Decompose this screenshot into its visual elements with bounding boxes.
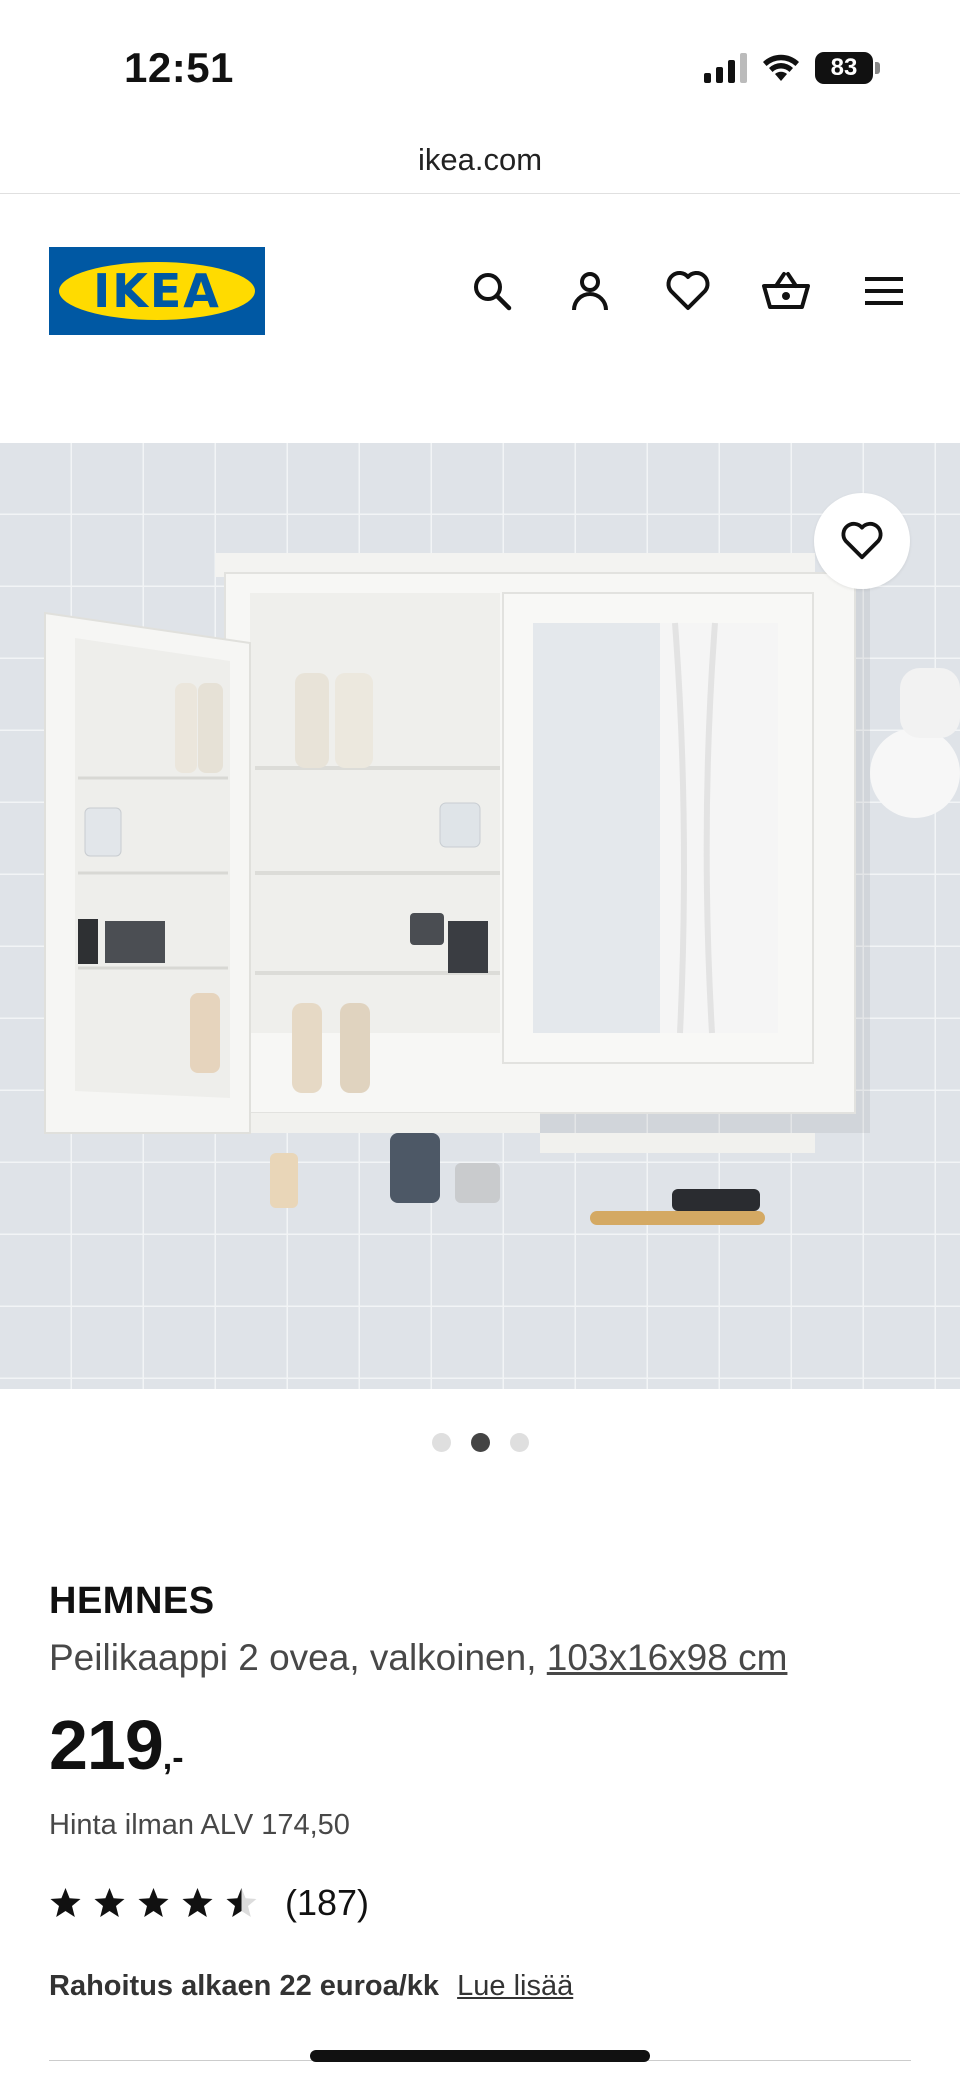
menu-icon[interactable] (858, 265, 910, 317)
rating-count[interactable]: (187) (285, 1882, 369, 1924)
product-image[interactable] (0, 443, 960, 1389)
financing-info: Rahoitus alkaen 22 euroa/kk Lue lisää (49, 1970, 919, 2003)
logo-oval: IKEA (59, 262, 255, 320)
battery-level: 83 (815, 52, 873, 84)
cellular-signal-icon (704, 53, 747, 83)
wifi-icon (763, 54, 799, 81)
product-description: Peilikaappi 2 ovea, valkoinen, 103x16x98… (49, 1637, 919, 1679)
carousel-dot[interactable] (509, 1433, 529, 1452)
price-without-vat: Hinta ilman ALV 174,50 (49, 1809, 350, 1841)
favorite-button[interactable] (814, 493, 910, 589)
status-icons: 83 (704, 52, 880, 84)
product-info: HEMNES Peilikaappi 2 ovea, valkoinen, 10… (49, 1580, 919, 2003)
star-full-icon (182, 1887, 213, 1917)
financing-text: Rahoitus alkaen 22 euroa/kk (49, 1970, 440, 2002)
site-header: IKEA (0, 195, 960, 390)
battery-icon: 83 (815, 52, 880, 84)
header-nav (466, 265, 910, 317)
url-bar[interactable]: ikea.com (0, 132, 960, 194)
star-half-icon (226, 1887, 257, 1917)
price-integer: 219 (49, 1706, 164, 1784)
logo-text: IKEA (93, 264, 221, 318)
product-dimensions-link[interactable]: 103x16x98 cm (547, 1637, 788, 1678)
product-price: 219 ,- (49, 1705, 919, 1785)
heart-icon (841, 521, 883, 560)
product-photo-illustration (0, 443, 960, 1389)
search-icon[interactable] (466, 265, 518, 317)
heart-icon[interactable] (662, 265, 714, 317)
cart-icon[interactable] (760, 265, 812, 317)
star-full-icon (138, 1887, 169, 1917)
ikea-logo[interactable]: IKEA (49, 247, 265, 335)
product-brand: HEMNES (49, 1580, 215, 1622)
status-bar: 12:51 83 (0, 0, 960, 130)
product-description-text: Peilikaappi 2 ovea, valkoinen, (49, 1637, 537, 1678)
home-indicator[interactable] (310, 2050, 650, 2062)
star-full-icon (94, 1887, 125, 1917)
carousel-dots (0, 1433, 960, 1452)
account-icon[interactable] (564, 265, 616, 317)
read-more-link[interactable]: Lue lisää (457, 1970, 573, 2002)
product-rating[interactable]: (187) (49, 1882, 919, 1924)
star-full-icon (50, 1887, 81, 1917)
carousel-dot[interactable] (431, 1433, 451, 1452)
rating-stars (49, 1887, 258, 1920)
carousel-dot[interactable] (470, 1433, 490, 1452)
status-time: 12:51 (124, 44, 234, 91)
price-suffix: ,- (162, 1739, 184, 1777)
